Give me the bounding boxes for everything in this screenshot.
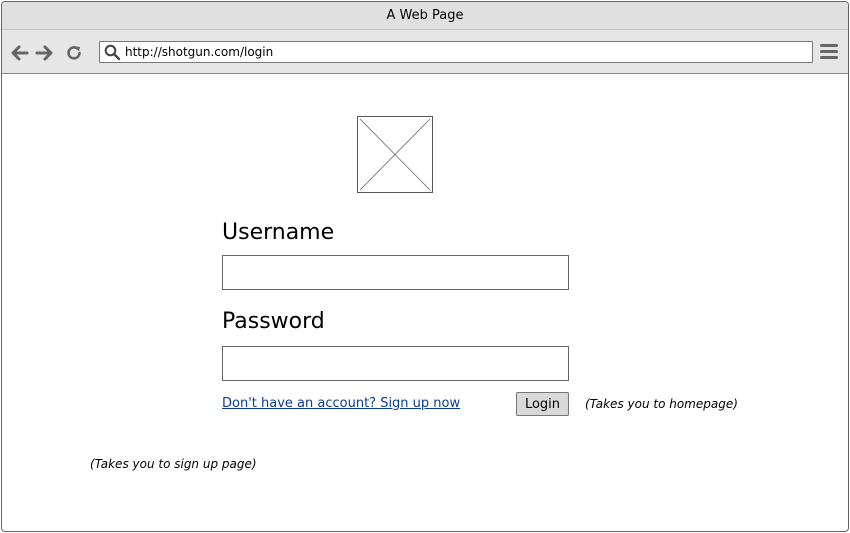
arrow-right-icon	[35, 45, 53, 61]
arrow-left-icon	[11, 45, 29, 61]
login-annotation: (Takes you to homepage)	[585, 397, 738, 411]
forward-button[interactable]	[34, 43, 54, 63]
search-icon	[104, 44, 121, 61]
login-button[interactable]: Login	[516, 392, 569, 416]
hamburger-menu-icon	[820, 44, 842, 59]
signup-annotation: (Takes you to sign up page)	[90, 457, 257, 471]
signup-link[interactable]: Don't have an account? Sign up now	[222, 396, 460, 411]
image-placeholder-icon	[357, 116, 433, 193]
reload-icon	[67, 46, 81, 60]
username-label: Username	[222, 220, 335, 245]
back-button[interactable]	[10, 43, 30, 63]
browser-toolbar: http://shotgun.com/login	[2, 30, 848, 74]
address-url[interactable]: http://shotgun.com/login	[125, 42, 273, 62]
password-input[interactable]	[222, 346, 569, 381]
reload-button[interactable]	[64, 43, 84, 63]
browser-window: A Web Page http://shotgun.com/login User…	[1, 1, 849, 532]
window-title: A Web Page	[2, 2, 848, 30]
username-input[interactable]	[222, 255, 569, 290]
password-label: Password	[222, 309, 325, 334]
address-bar[interactable]: http://shotgun.com/login	[99, 41, 813, 63]
page-content: Username Password Don't have an account?…	[2, 74, 848, 531]
browser-menu-button[interactable]	[820, 44, 842, 62]
